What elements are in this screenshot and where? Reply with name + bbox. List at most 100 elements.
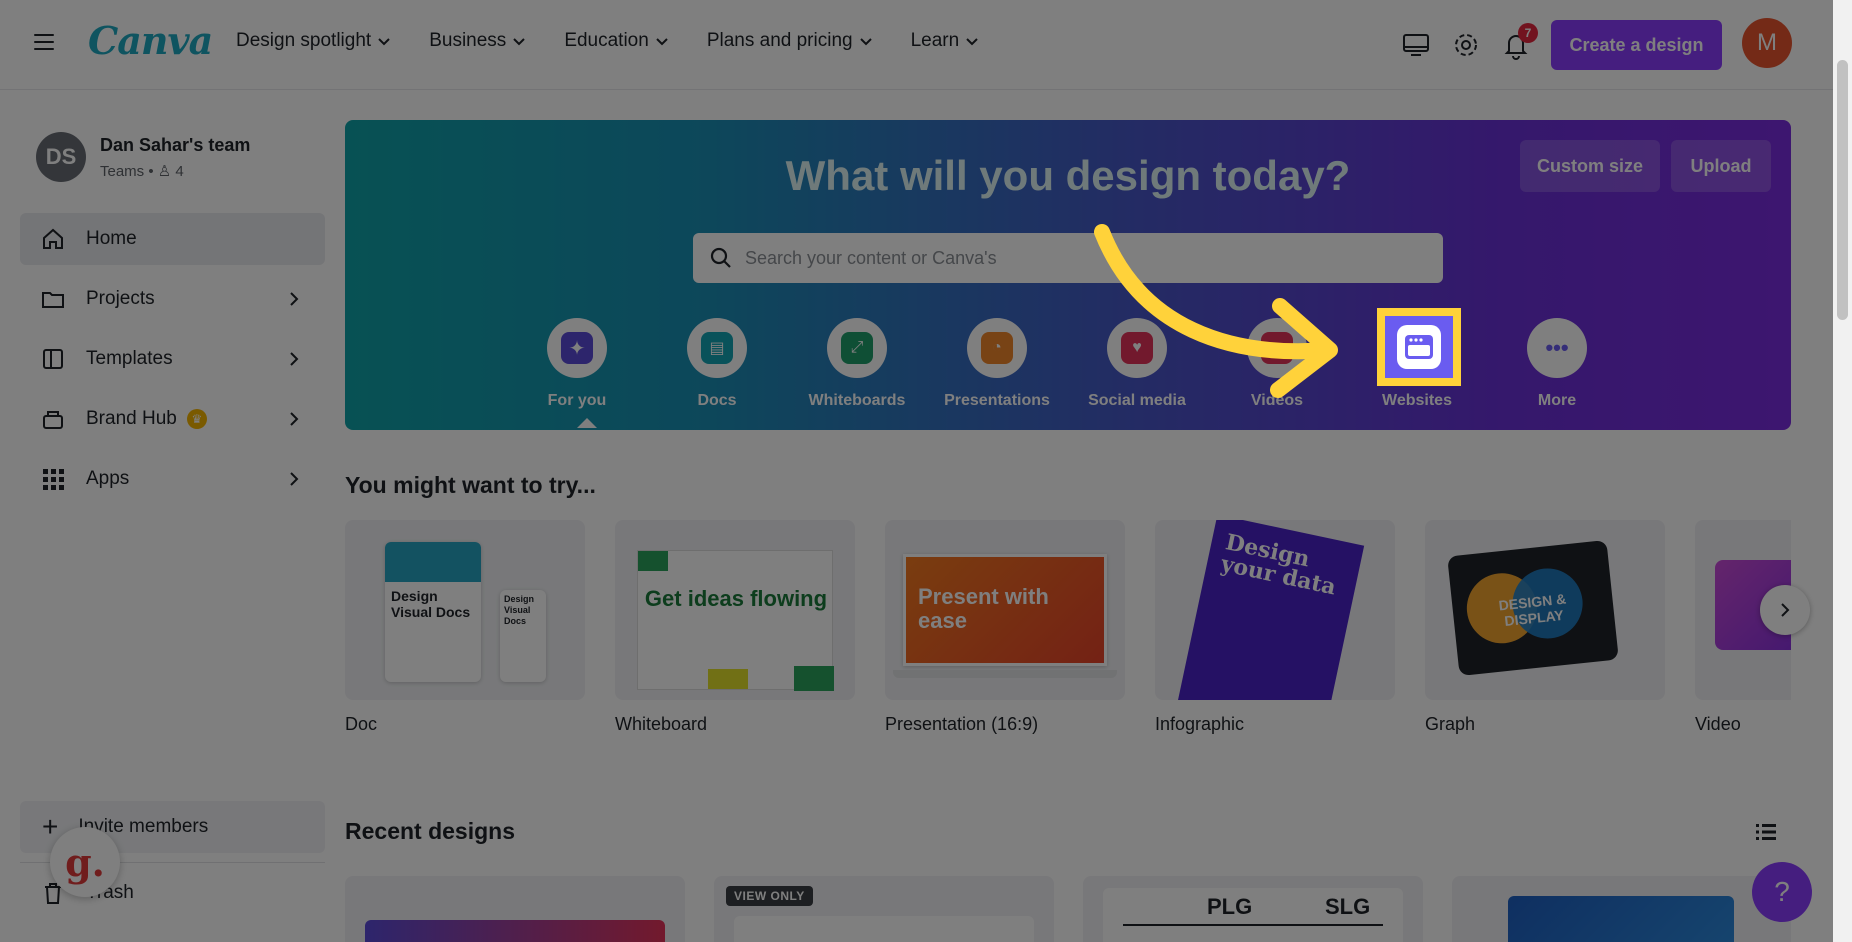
notification-count-badge: 7 — [1518, 23, 1538, 43]
team-switcher[interactable]: DS Dan Sahar's team Teams • ♙ 4 — [36, 132, 250, 182]
hamburger-menu-icon[interactable] — [34, 34, 54, 52]
nav-design-spotlight[interactable]: Design spotlight — [236, 30, 391, 52]
crown-icon: ♛ — [186, 409, 207, 429]
recent-designs: VIEW ONLY PLG SLG — [345, 876, 1791, 942]
category-label: Whiteboards — [808, 392, 906, 409]
sparkle-icon: ✦ — [561, 332, 593, 364]
design-categories: ✦ For you ▤ Docs ⤢ Whiteboards ◔ Present… — [345, 318, 1791, 428]
list-view-icon[interactable] — [1754, 820, 1778, 844]
sidebar-item-label: Projects — [86, 288, 155, 309]
apps-grid-icon — [43, 469, 64, 490]
chevron-right-icon — [290, 352, 299, 366]
divider-line — [1123, 924, 1383, 926]
user-avatar[interactable]: M — [1742, 18, 1792, 68]
category-circle: ••• — [1527, 318, 1587, 378]
sidebar-item-brand-hub[interactable]: Brand Hub ♛ — [20, 393, 325, 445]
sidebar-item-label: Home — [86, 228, 137, 249]
selected-category-indicator — [577, 418, 597, 428]
suggestion-card-graph[interactable]: DESIGN & DISPLAY Graph — [1425, 520, 1665, 735]
recent-design-card[interactable]: PLG SLG — [1083, 876, 1423, 942]
category-for-you[interactable]: ✦ For you — [507, 318, 647, 410]
category-label: More — [1537, 392, 1577, 409]
chevron-down-icon — [656, 38, 668, 46]
chevron-right-icon — [290, 292, 299, 306]
card-caption: Presentation (16:9) — [885, 714, 1039, 734]
doc-header — [385, 542, 481, 582]
team-name: Dan Sahar's team — [100, 134, 251, 155]
category-label: Presentations — [944, 392, 1050, 409]
plus-icon: + — [42, 811, 59, 842]
sidebar-item-label: Brand Hub — [86, 408, 177, 429]
page-scrollbar[interactable] — [1833, 0, 1852, 942]
suggestion-card-infographic[interactable]: Design your data Infographic — [1155, 520, 1395, 735]
browser-window-icon — [1405, 335, 1433, 359]
card-caption: Graph — [1425, 714, 1476, 734]
laptop-base — [893, 670, 1117, 678]
folder-icon — [42, 292, 64, 308]
extension-badge[interactable]: g. — [50, 827, 120, 897]
category-label: Websites — [1382, 392, 1452, 409]
nav-business[interactable]: Business — [429, 30, 526, 52]
category-circle: ▤ — [687, 318, 747, 378]
presentation-thumb-text: Present with ease — [918, 584, 1049, 633]
notifications-button[interactable]: 7 — [1500, 23, 1538, 61]
upload-button[interactable]: Upload — [1671, 140, 1771, 192]
help-button[interactable]: ? — [1752, 862, 1812, 922]
sticky-green — [638, 551, 668, 571]
suggestion-card-presentation[interactable]: Present with ease Presentation (16:9) — [885, 520, 1125, 735]
design-preview: PLG SLG — [1103, 888, 1403, 942]
suggestions-title: You might want to try... — [345, 472, 596, 498]
canva-logo[interactable]: Canva — [88, 18, 213, 63]
infographic-thumb-text: Design your data — [1218, 529, 1339, 601]
category-more[interactable]: ••• More — [1487, 318, 1627, 410]
home-icon — [43, 228, 63, 249]
category-circle: ⤢ — [827, 318, 887, 378]
search-icon — [710, 247, 731, 268]
whiteboard-icon: ⤢ — [841, 332, 873, 364]
infographic-poster: Design your data — [1175, 520, 1365, 700]
nav-education[interactable]: Education — [564, 30, 669, 52]
hero-banner: What will you design today? Custom size … — [345, 120, 1791, 430]
custom-size-button[interactable]: Custom size — [1520, 140, 1660, 192]
team-avatar: DS — [36, 132, 86, 182]
presentation-icon: ◔ — [981, 332, 1013, 364]
chevron-right-icon — [290, 472, 299, 486]
gear-icon[interactable] — [1450, 29, 1482, 61]
desktop-app-icon[interactable] — [1400, 29, 1432, 61]
nav-learn[interactable]: Learn — [911, 30, 980, 52]
category-label: For you — [547, 392, 607, 409]
plg-label: PLG — [1207, 894, 1253, 919]
category-whiteboards[interactable]: ⤢ Whiteboards — [787, 318, 927, 410]
suggestion-card-whiteboard[interactable]: Get ideas flowing Whiteboard — [615, 520, 855, 735]
chevron-down-icon — [859, 38, 872, 46]
suggestion-card-doc[interactable]: Design Visual Docs Design Visual Docs Do… — [345, 520, 585, 735]
docs-icon: ▤ — [701, 332, 733, 364]
recent-design-card[interactable] — [1452, 876, 1791, 942]
carousel-next-button[interactable] — [1760, 585, 1810, 635]
sidebar-item-apps[interactable]: Apps — [20, 453, 325, 505]
recent-design-card[interactable]: VIEW ONLY — [714, 876, 1054, 942]
sidebar-item-templates[interactable]: Templates — [20, 333, 325, 385]
sidebar-item-projects[interactable]: Projects — [20, 273, 325, 325]
design-preview — [734, 916, 1034, 942]
nav-plans-pricing[interactable]: Plans and pricing — [707, 30, 873, 52]
whiteboard-canvas: Get ideas flowing — [637, 550, 834, 691]
doc-page: Design Visual Docs — [385, 542, 481, 682]
design-preview — [1508, 896, 1734, 942]
scrollbar-thumb[interactable] — [1837, 60, 1848, 320]
create-design-button[interactable]: Create a design — [1551, 20, 1722, 70]
nav-link-label: Learn — [910, 30, 960, 51]
sticky-green-2 — [794, 666, 834, 691]
nav-links: Design spotlight Business Education Plan… — [236, 30, 979, 52]
recent-designs-title: Recent designs — [345, 818, 515, 844]
sidebar-item-home[interactable]: Home — [20, 213, 325, 265]
category-circle: ✦ — [547, 318, 607, 378]
card-thumbnail: Get ideas flowing — [615, 520, 855, 700]
category-docs[interactable]: ▤ Docs — [647, 318, 787, 410]
websites-highlight[interactable] — [1377, 308, 1461, 386]
category-circle: ◔ — [967, 318, 1027, 378]
category-presentations[interactable]: ◔ Presentations — [927, 318, 1067, 410]
chevron-right-icon — [290, 412, 299, 426]
sidebar-item-label: Apps — [86, 468, 130, 489]
recent-design-card[interactable] — [345, 876, 685, 942]
